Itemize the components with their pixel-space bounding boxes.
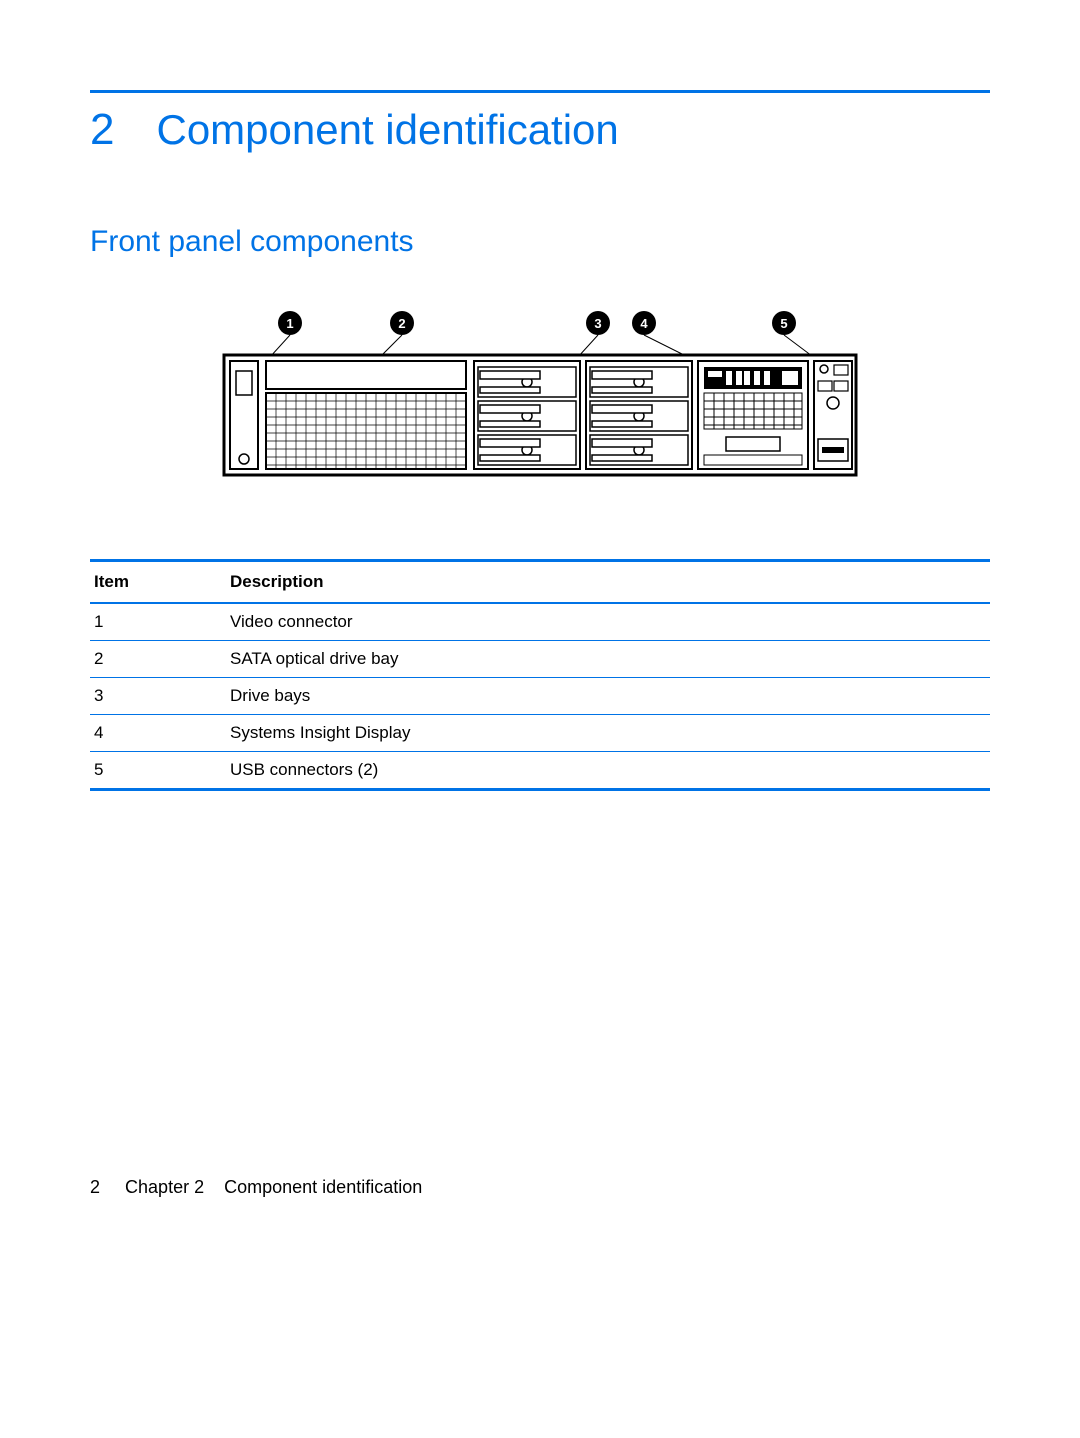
table-cell-description: Systems Insight Display xyxy=(230,715,990,752)
svg-text:2: 2 xyxy=(398,316,405,331)
table-header-row: Item Description xyxy=(90,561,990,604)
footer-chapter-label: Chapter 2 xyxy=(125,1177,204,1197)
table-header-item: Item xyxy=(90,561,230,604)
table-cell-item: 1 xyxy=(90,603,230,641)
table-cell-description: USB connectors (2) xyxy=(230,752,990,790)
chapter-number: 2 xyxy=(90,105,114,155)
table-row: 3 Drive bays xyxy=(90,678,990,715)
table-header-description: Description xyxy=(230,561,990,604)
systems-insight-display-icon xyxy=(698,361,808,469)
svg-text:3: 3 xyxy=(594,316,601,331)
table-row: 2 SATA optical drive bay xyxy=(90,641,990,678)
svg-text:5: 5 xyxy=(780,316,787,331)
chapter-title: Component identification xyxy=(156,106,618,154)
top-rule xyxy=(90,90,990,93)
table-row: 4 Systems Insight Display xyxy=(90,715,990,752)
svg-text:4: 4 xyxy=(640,316,648,331)
server-diagram: 1 2 3 4 5 xyxy=(90,309,990,489)
drive-cage-1-icon xyxy=(474,361,580,469)
components-table: Item Description 1 Video connector 2 SAT… xyxy=(90,559,990,791)
table-cell-description: Video connector xyxy=(230,603,990,641)
right-ear xyxy=(814,361,852,469)
vent-grille-icon xyxy=(266,393,466,469)
svg-text:1: 1 xyxy=(286,316,293,331)
page-footer: 2 Chapter 2 Component identification xyxy=(90,1177,990,1198)
video-connector-icon xyxy=(236,371,252,395)
usb-connector-1-icon xyxy=(834,365,848,375)
page-number: 2 xyxy=(90,1177,100,1197)
table-cell-description: SATA optical drive bay xyxy=(230,641,990,678)
drive-cage-2-icon xyxy=(586,361,692,469)
table-cell-item: 3 xyxy=(90,678,230,715)
table-row: 1 Video connector xyxy=(90,603,990,641)
usb-connector-2-icon xyxy=(818,381,832,391)
section-heading: Front panel components xyxy=(90,225,990,259)
table-cell-description: Drive bays xyxy=(230,678,990,715)
table-cell-item: 4 xyxy=(90,715,230,752)
server-front-panel-icon: 1 2 3 4 5 xyxy=(220,309,860,489)
table-row: 5 USB connectors (2) xyxy=(90,752,990,790)
table-cell-item: 2 xyxy=(90,641,230,678)
footer-chapter-title: Component identification xyxy=(224,1177,422,1197)
optical-drive-bay-icon xyxy=(266,361,466,389)
chapter-heading: 2 Component identification xyxy=(90,105,990,155)
table-cell-item: 5 xyxy=(90,752,230,790)
